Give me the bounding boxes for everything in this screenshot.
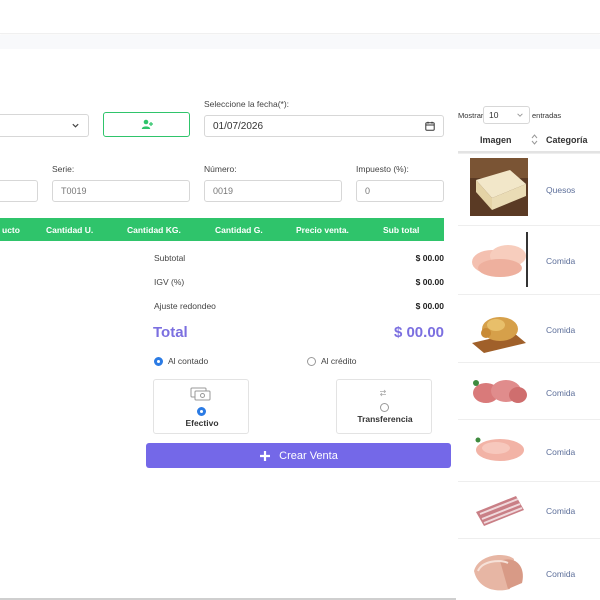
efectivo-box[interactable]: Efectivo	[153, 379, 249, 434]
numero-placeholder: 0019	[213, 186, 234, 196]
date-value: 01/07/2026	[213, 120, 264, 132]
chicken-breast-image	[470, 232, 528, 287]
impuesto-placeholder: 0	[365, 186, 371, 196]
credito-option[interactable]: Al crédito	[307, 356, 356, 366]
category-text: Comida	[546, 388, 576, 398]
category-text: Quesos	[546, 185, 576, 195]
serie-label: Serie:	[52, 164, 75, 174]
ajuste-label: Ajuste redondeo	[154, 301, 216, 311]
entries-value: 10	[489, 110, 499, 120]
col-cantidad-u: Cantidad U.	[46, 225, 94, 235]
col-categoria[interactable]: Categoría	[546, 135, 588, 145]
product-row[interactable]: Quesos	[458, 153, 600, 225]
impuesto-label: Impuesto (%):	[356, 164, 409, 174]
product-row[interactable]: Comida	[458, 419, 600, 481]
cheese-image	[470, 158, 528, 216]
fecha-label: Seleccione la fecha(*):	[204, 99, 290, 109]
mostrar-label: Mostrar	[458, 111, 484, 120]
ajuste-value: $ 00.00	[415, 301, 444, 311]
chevron-down-icon	[72, 123, 79, 128]
product-row[interactable]: Comida	[458, 362, 600, 419]
subtotal-label: Subtotal	[154, 253, 186, 263]
transferencia-radio[interactable]	[380, 403, 389, 412]
igv-label: IGV (%)	[154, 277, 185, 287]
credito-label: Al crédito	[321, 356, 357, 366]
crear-venta-button[interactable]: Crear Venta	[146, 443, 451, 468]
product-row[interactable]: Comida	[458, 294, 600, 362]
numero-input[interactable]: 0019	[204, 180, 342, 202]
contado-label: Al contado	[168, 356, 209, 366]
col-cantidad-kg: Cantidad KG.	[127, 225, 181, 235]
numero-label: Número:	[204, 164, 237, 174]
client-select[interactable]	[0, 114, 89, 137]
contado-radio[interactable]	[154, 356, 163, 366]
total-label: Total	[153, 324, 188, 341]
product-row[interactable]: Comida	[458, 225, 600, 294]
col-sub-total: Sub total	[383, 225, 420, 235]
calendar-icon[interactable]	[425, 121, 435, 131]
crear-venta-label: Crear Venta	[279, 449, 338, 462]
sort-icon[interactable]	[531, 134, 538, 145]
category-text: Comida	[546, 325, 576, 335]
transferencia-label: Transferencia	[357, 414, 413, 424]
category-text: Comida	[546, 447, 576, 457]
ground-meat-image	[470, 373, 528, 409]
entradas-label: entradas	[532, 111, 562, 120]
add-client-button[interactable]	[103, 112, 190, 137]
chevron-down-icon	[517, 113, 523, 117]
efectivo-label: Efectivo	[185, 418, 219, 428]
add-user-icon	[141, 119, 153, 129]
col-producto: ucto	[2, 225, 20, 235]
total-value: $ 00.00	[393, 324, 444, 341]
product-row[interactable]: Comida	[458, 481, 600, 538]
roast-chicken-image	[470, 303, 528, 355]
serie-placeholder: T0019	[61, 186, 87, 196]
category-text: Comida	[546, 506, 576, 516]
plus-icon	[260, 450, 271, 461]
igv-value: $ 00.00	[415, 277, 444, 287]
product-row[interactable]: Comida	[458, 538, 600, 600]
top-navbar	[0, 0, 600, 34]
tipo-comprobante-field[interactable]	[0, 180, 38, 202]
pork-image	[470, 549, 528, 595]
fillet-image	[470, 432, 528, 468]
top-strip	[0, 35, 600, 49]
transferencia-box[interactable]: Transferencia	[336, 379, 432, 434]
transfer-icon	[379, 389, 387, 397]
ribs-image	[470, 488, 528, 532]
credito-radio[interactable]	[307, 356, 316, 366]
cash-icon	[190, 387, 211, 401]
impuesto-input[interactable]: 0	[356, 180, 444, 202]
category-text: Comida	[546, 569, 576, 579]
date-input[interactable]: 01/07/2026	[204, 115, 444, 137]
col-imagen[interactable]: Imagen	[480, 135, 512, 145]
col-cantidad-g: Cantidad G.	[215, 225, 263, 235]
serie-input[interactable]: T0019	[52, 180, 190, 202]
entries-select[interactable]: 10	[483, 106, 530, 124]
subtotal-value: $ 00.00	[415, 253, 444, 263]
contado-option[interactable]: Al contado	[154, 356, 208, 366]
category-text: Comida	[546, 256, 576, 266]
efectivo-radio[interactable]	[197, 407, 206, 416]
sale-table-header: ucto Cantidad U. Cantidad KG. Cantidad G…	[0, 218, 444, 241]
col-precio-venta: Precio venta.	[296, 225, 349, 235]
